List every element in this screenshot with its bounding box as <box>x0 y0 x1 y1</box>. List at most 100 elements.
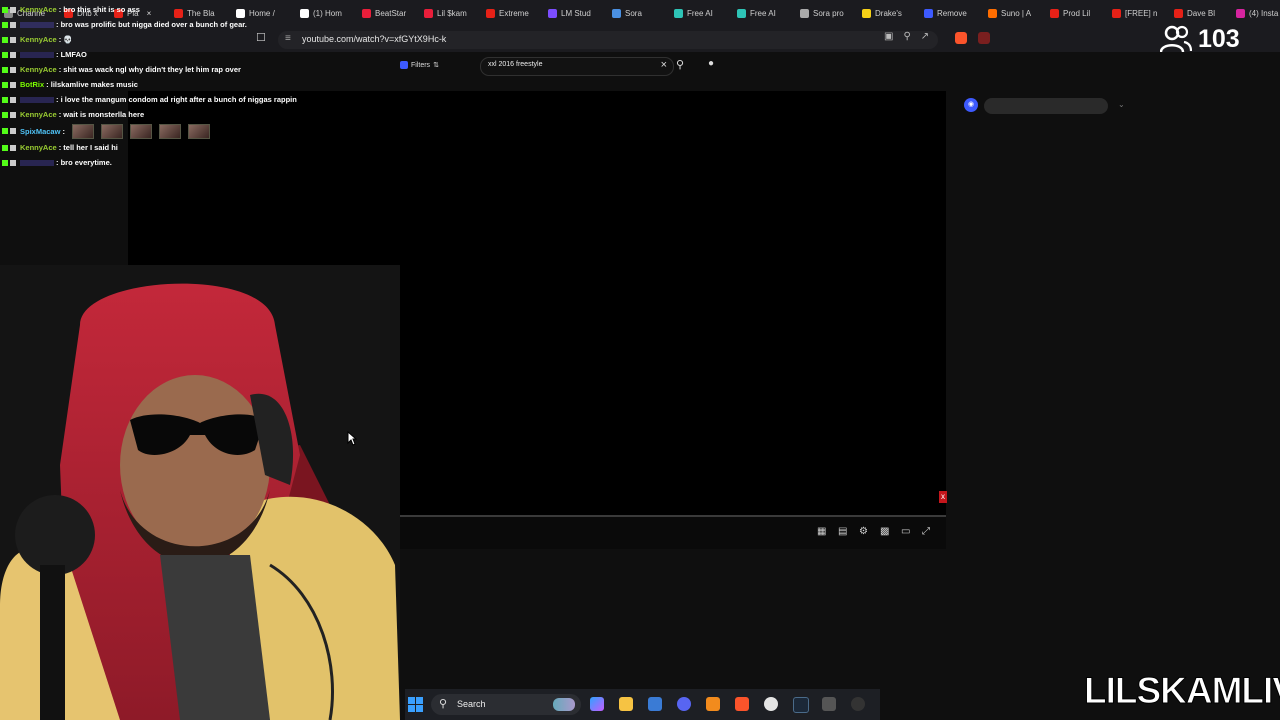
miniplayer-icon[interactable]: ▩ <box>880 526 889 537</box>
chrome-icon[interactable] <box>764 697 778 711</box>
tab-label: [FREE] n <box>1125 8 1158 18</box>
chat-emote-icon <box>129 123 152 139</box>
youtube-search-input[interactable]: xxl 2016 freestyle × <box>480 57 674 76</box>
chat-username <box>20 96 54 103</box>
subtitles-icon[interactable]: ▤ <box>838 526 847 537</box>
chat-message: : bro everytime. <box>2 155 342 170</box>
chat-username: SpixMacaw <box>20 126 61 136</box>
tab-favicon-icon <box>674 8 683 18</box>
filters-button[interactable]: Filters ⇅ <box>400 61 439 69</box>
tab-label: BeatStar <box>375 8 407 18</box>
chat-badge-icon <box>10 144 16 151</box>
url-field[interactable]: ≡ youtube.com/watch?v=xfGYtX9Hc-k <box>278 31 938 49</box>
address-bar-actions: ▣ ⚲ ↗ <box>884 31 929 42</box>
chat-message: KennyAce: wait is monsterlla here <box>2 107 342 122</box>
chat-emote-icon <box>100 123 123 139</box>
tab-favicon-icon <box>424 8 433 18</box>
browser-tab[interactable]: [FREE] n <box>1112 5 1168 21</box>
browser-tab[interactable]: (4) Insta <box>1236 5 1280 21</box>
fullscreen-icon[interactable]: ⤢ <box>922 526 930 537</box>
chat-text: : i love the mangum condom ad right afte… <box>56 95 297 104</box>
search-query: xxl 2016 freestyle <box>488 61 543 68</box>
zoom-icon[interactable]: ⚲ <box>903 31 910 42</box>
chat-emote-icon <box>158 123 181 139</box>
tab-label: Free AI <box>687 8 713 18</box>
browser-tab[interactable]: Prod Lil <box>1050 5 1106 21</box>
tab-favicon-icon <box>1050 8 1059 18</box>
browser-tab[interactable]: Free AI <box>737 5 793 21</box>
browser-tab[interactable]: Sora <box>612 5 668 21</box>
platform-badge-icon <box>2 111 8 118</box>
search-icon[interactable]: ⚲ <box>676 58 684 71</box>
close-ad-icon[interactable]: x <box>939 491 947 503</box>
viewer-count: 103 <box>1198 24 1240 53</box>
chat-overlay: KennyAce: bro this shit is so ass: bro w… <box>2 2 342 170</box>
chat-message: KennyAce: shit was wack ngl why didn't t… <box>2 62 342 77</box>
filters-label: Filters <box>411 61 431 69</box>
chat-message: : i love the mangum condom ad right afte… <box>2 92 342 107</box>
browser-tab[interactable]: Sora pro <box>800 5 856 21</box>
chevron-down-icon[interactable]: ⌄ <box>1118 100 1125 109</box>
file-explorer-icon[interactable] <box>619 697 633 711</box>
fl-studio-icon[interactable] <box>706 697 720 711</box>
browser-tab[interactable]: LM Stud <box>548 5 604 21</box>
clear-search-icon[interactable]: × <box>661 59 667 71</box>
chat-username: KennyAce <box>20 110 57 119</box>
platform-badge-icon <box>2 51 8 58</box>
tab-label: Lil $kam <box>437 8 467 18</box>
sliders-icon: ⇅ <box>433 62 439 69</box>
autoplay-icon[interactable]: ▦ <box>817 526 826 537</box>
browser-tab[interactable]: BeatStar <box>362 5 418 21</box>
platform-badge-icon <box>2 81 8 88</box>
share-icon[interactable]: ↗ <box>921 31 929 42</box>
steam-icon[interactable] <box>793 697 809 713</box>
theater-mode-icon[interactable]: ▭ <box>901 526 910 537</box>
chat-text: : tell her I said hi <box>58 143 118 152</box>
chat-username <box>20 21 54 28</box>
brave-browser-icon[interactable] <box>735 697 749 711</box>
browser-tab[interactable]: Remove <box>924 5 980 21</box>
discord-icon[interactable] <box>677 697 691 711</box>
brave-rewards-icon[interactable] <box>978 32 990 44</box>
streamer-webcam-image <box>0 265 400 720</box>
tab-label: Remove <box>937 8 967 18</box>
chat-username: KennyAce <box>20 143 57 152</box>
tab-label: Free AI <box>750 8 776 18</box>
microphone-icon[interactable]: ● <box>708 58 714 69</box>
windows-start-icon[interactable] <box>408 697 423 712</box>
taskbar-search[interactable]: ⚲ Search <box>431 694 581 715</box>
chat-text: : 💀 <box>58 35 73 44</box>
copilot-icon[interactable] <box>590 697 604 711</box>
chat-message: KennyAce: tell her I said hi <box>2 140 342 155</box>
browser-tab[interactable]: Dave Bl <box>1174 5 1230 21</box>
app-icon[interactable] <box>822 697 836 711</box>
mouse-cursor-icon <box>347 431 357 446</box>
tab-label: Extreme <box>499 8 529 18</box>
cast-icon[interactable]: ▣ <box>884 31 893 42</box>
chat-badge-icon <box>10 81 16 88</box>
platform-badge-icon <box>2 144 8 151</box>
brave-shield-icon[interactable] <box>955 32 967 44</box>
4k-video-icon[interactable] <box>851 697 865 711</box>
chat-badge-icon <box>10 159 16 166</box>
browser-tab[interactable]: Extreme <box>486 5 542 21</box>
chat-badge-icon <box>10 96 16 103</box>
microsoft-store-icon[interactable] <box>648 697 662 711</box>
browser-tab[interactable]: Suno | A <box>988 5 1044 21</box>
browser-tab[interactable]: Lil $kam <box>424 5 480 21</box>
tab-favicon-icon <box>1174 8 1183 18</box>
chat-badge-icon <box>10 6 16 13</box>
platform-badge-icon <box>2 6 8 13</box>
chat-badge-icon <box>10 51 16 58</box>
tab-label: Dave Bl <box>1187 8 1216 18</box>
platform-badge-icon <box>2 128 8 134</box>
sidebar-app-icon[interactable]: ◉ <box>964 98 978 112</box>
tab-favicon-icon <box>612 8 621 18</box>
chat-text: : bro this shit is so ass <box>58 5 140 14</box>
browser-tab[interactable]: Free AI <box>674 5 730 21</box>
tab-favicon-icon <box>1112 8 1121 18</box>
tab-label: Prod Lil <box>1063 8 1091 18</box>
settings-gear-icon[interactable]: ⚙ <box>859 526 868 537</box>
browser-tab[interactable]: Drake's <box>862 5 918 21</box>
chat-badge-icon <box>10 66 16 73</box>
